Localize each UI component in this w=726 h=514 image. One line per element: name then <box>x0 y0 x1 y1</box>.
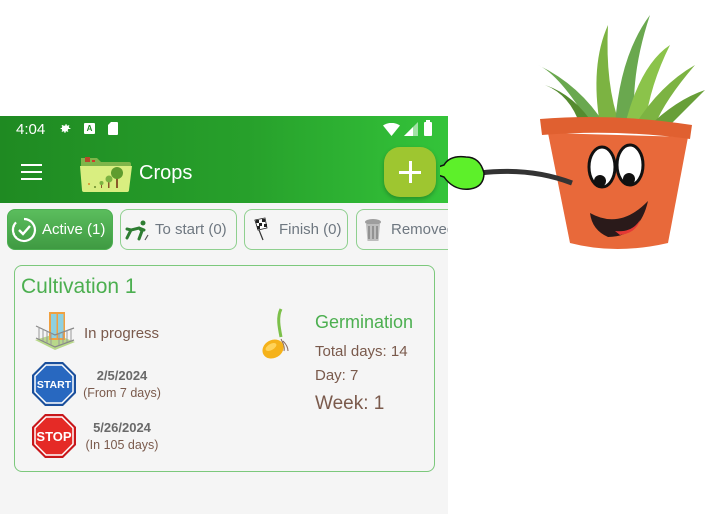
filter-chip-label: To start (0) <box>155 221 227 238</box>
stage-name: Germination <box>315 312 414 332</box>
filter-chip-label: Finish (0) <box>279 221 342 238</box>
check-circle-icon <box>11 217 37 242</box>
pointing-plant-pot-mascot <box>440 15 705 249</box>
stop-date: 5/26/2024 <box>93 420 151 435</box>
checkered-flag-icon <box>254 217 268 240</box>
app-bar: 4:04 A Crops <box>0 116 448 203</box>
add-crop-button[interactable] <box>384 147 436 197</box>
wifi-icon <box>383 123 400 136</box>
stop-relative: (In 105 days) <box>85 438 159 452</box>
sprouting-seed-icon <box>262 308 289 359</box>
menu-button[interactable] <box>21 164 42 180</box>
hamburger-menu-icon <box>21 164 42 166</box>
signal-icon <box>404 122 418 136</box>
filter-chip-label: Active (1) <box>42 221 106 238</box>
filter-chip-removed[interactable]: Removed <box>356 209 448 250</box>
status-time: 4:04 <box>16 121 46 138</box>
stage-day: Day: 7 <box>315 367 359 384</box>
phone-screen: 4:04 A Crops Active (1) To start (0) Fin… <box>0 116 448 514</box>
filter-chip-to-start[interactable]: To start (0) <box>120 209 237 250</box>
green-glove-icon <box>440 155 485 190</box>
filter-chip-active[interactable]: Active (1) <box>7 209 113 250</box>
start-relative: (From 7 days) <box>83 386 161 400</box>
filter-chips: Active (1) To start (0) Finish (0) Remov… <box>7 209 448 251</box>
a-notification-icon: A <box>84 123 95 134</box>
stage-week: Week: 1 <box>315 393 385 414</box>
crops-folder-icon <box>80 157 132 192</box>
status-bar: 4:04 A <box>0 116 448 143</box>
stage-total-days: Total days: 14 <box>315 343 408 360</box>
cultivation-title: Cultivation 1 <box>21 275 137 298</box>
filter-chip-finish[interactable]: Finish (0) <box>244 209 348 250</box>
cultivation-status: In progress <box>84 325 160 342</box>
grass-icon <box>538 15 705 130</box>
stop-sign-icon: STOP <box>32 414 76 458</box>
sd-card-icon <box>108 122 118 135</box>
cultivation-card[interactable]: Cultivation 1 In progress START 2/5/2024… <box>14 265 435 472</box>
app-title: Crops <box>139 162 193 184</box>
start-sign-text: START <box>37 379 72 391</box>
battery-icon <box>424 120 432 136</box>
trash-can-icon <box>365 218 381 241</box>
balcony-icon <box>35 312 75 350</box>
start-sign-icon: START <box>32 362 76 406</box>
stop-sign-text: STOP <box>36 429 71 444</box>
runner-start-icon <box>125 220 149 240</box>
start-date: 2/5/2024 <box>96 368 148 383</box>
gear-icon <box>60 124 71 133</box>
